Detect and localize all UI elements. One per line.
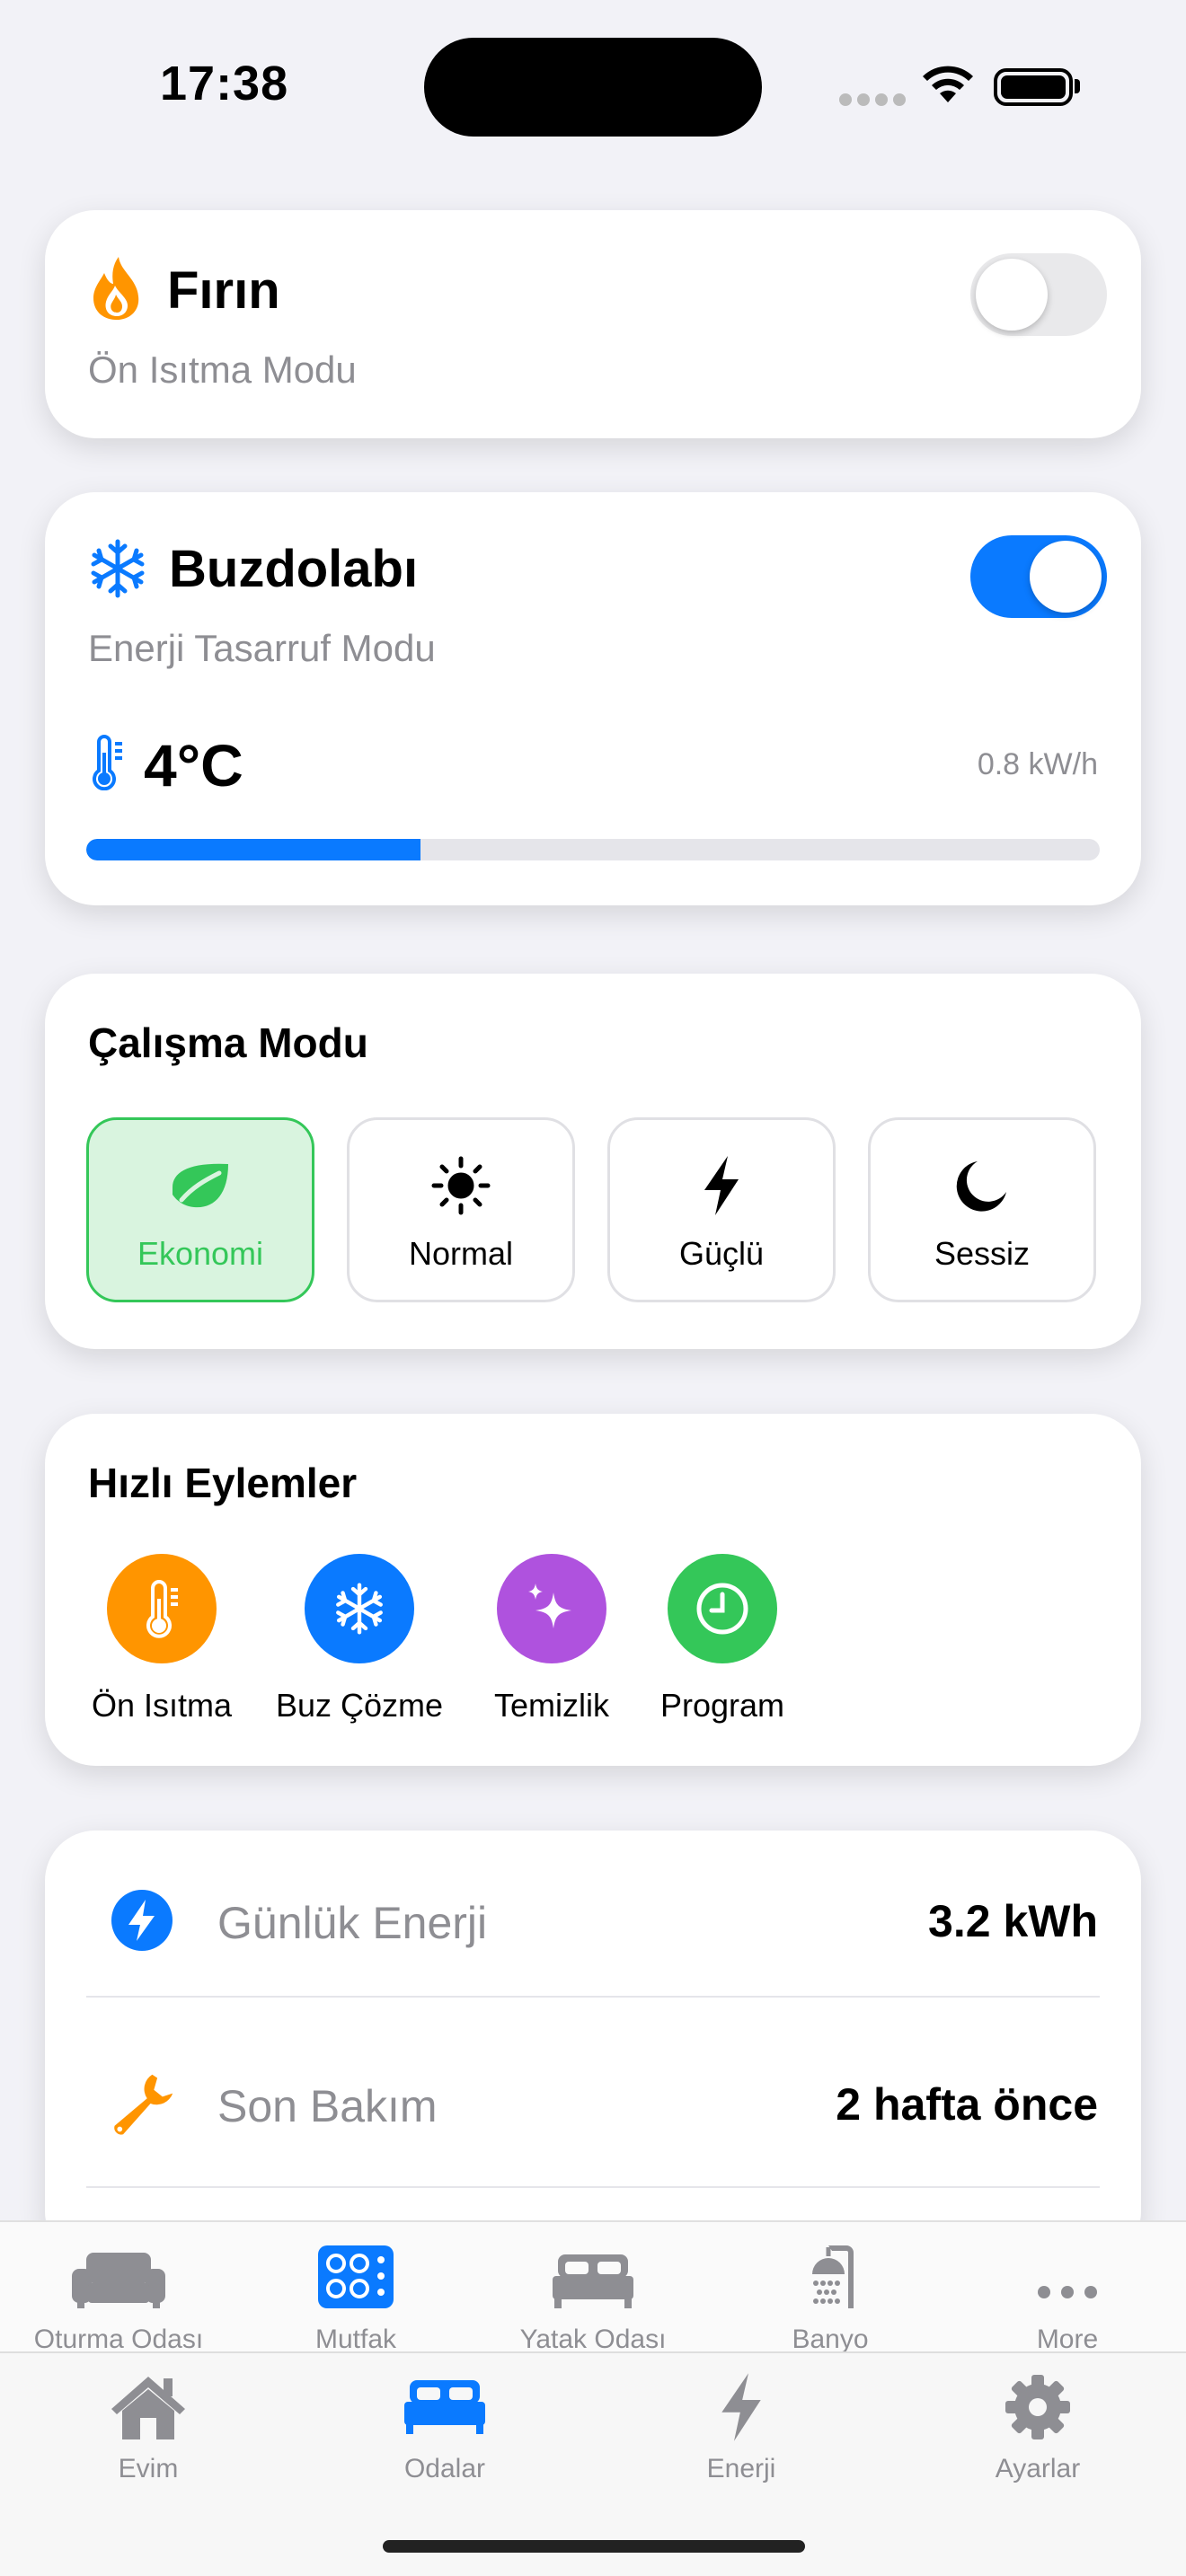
info-label: Günlük Enerji bbox=[217, 1898, 488, 1948]
snowflake-icon bbox=[305, 1554, 414, 1663]
operation-mode-title: Çalışma Modu bbox=[88, 1019, 368, 1066]
quick-action-label: Program bbox=[659, 1687, 785, 1724]
room-tab-label: Yatak Odası bbox=[519, 2325, 667, 2354]
quick-action-program[interactable]: Program bbox=[633, 1554, 812, 1725]
moon-icon bbox=[871, 1154, 1093, 1217]
oven-subtitle: Ön Isıtma Modu bbox=[88, 348, 357, 391]
battery-icon bbox=[994, 68, 1073, 106]
quick-action-label: Temizlik bbox=[493, 1687, 609, 1724]
room-tab-bar: Oturma Odası Mutfak Yatak Odası Banyo Mo… bbox=[0, 2220, 1186, 2354]
quick-action-label: Buz Çözme bbox=[275, 1687, 444, 1724]
oven-toggle[interactable] bbox=[970, 253, 1107, 336]
tab-label: Evim bbox=[118, 2454, 179, 2483]
room-tab-label: More bbox=[1036, 2325, 1099, 2354]
quick-actions-card: Hızlı Eylemler Ön Isıtma Buz Çözme Temiz… bbox=[45, 1414, 1141, 1766]
row-divider bbox=[86, 1996, 1100, 1998]
info-row-daily-energy: Günlük Enerji 3.2 kWh bbox=[45, 1831, 1141, 2010]
info-value: 2 hafta önce bbox=[836, 2079, 1098, 2130]
bed-icon bbox=[296, 2369, 593, 2445]
shower-icon bbox=[712, 2240, 949, 2308]
room-tab-banyo[interactable]: Banyo bbox=[712, 2240, 949, 2355]
cellular-signal-icon bbox=[839, 93, 911, 110]
row-divider bbox=[86, 2186, 1100, 2188]
tab-label: Enerji bbox=[706, 2454, 776, 2483]
fridge-power: 0.8 kW/h bbox=[977, 747, 1098, 781]
room-tab-yatak-odasi[interactable]: Yatak Odası bbox=[474, 2240, 712, 2355]
bed-icon bbox=[474, 2240, 712, 2308]
thermometer-icon bbox=[107, 1554, 217, 1663]
fridge-title: Buzdolabı bbox=[169, 540, 419, 598]
bolt-icon bbox=[610, 1154, 833, 1217]
room-tab-label: Mutfak bbox=[314, 2325, 397, 2354]
mode-label: Normal bbox=[408, 1235, 513, 1272]
operation-mode-card: Çalışma Modu Ekonomi Normal Güçlü Sessiz bbox=[45, 974, 1141, 1349]
wifi-icon bbox=[920, 63, 976, 109]
battery-tip bbox=[1075, 79, 1080, 93]
stove-icon bbox=[237, 2240, 474, 2308]
mode-ekonomi-button[interactable]: Ekonomi bbox=[86, 1117, 314, 1302]
oven-title: Fırın bbox=[167, 261, 280, 320]
tab-ayarlar[interactable]: Ayarlar bbox=[890, 2369, 1186, 2484]
thermometer-icon bbox=[90, 735, 126, 795]
quick-action-preheat[interactable]: Ön Isıtma bbox=[72, 1554, 252, 1725]
quick-action-cleaning[interactable]: Temizlik bbox=[462, 1554, 642, 1725]
oven-card: Fırın Ön Isıtma Modu bbox=[45, 210, 1141, 438]
mode-label: Sessiz bbox=[934, 1235, 1031, 1272]
tab-evim[interactable]: Evim bbox=[0, 2369, 296, 2484]
tab-odalar[interactable]: Odalar bbox=[296, 2369, 593, 2484]
quick-action-defrost[interactable]: Buz Çözme bbox=[270, 1554, 449, 1725]
tab-enerji[interactable]: Enerji bbox=[593, 2369, 890, 2484]
bolt-icon bbox=[593, 2369, 890, 2445]
fridge-temperature: 4°C bbox=[144, 732, 243, 798]
flame-icon bbox=[88, 255, 146, 326]
status-time: 17:38 bbox=[160, 57, 289, 110]
room-tab-oturma-odasi[interactable]: Oturma Odası bbox=[0, 2240, 237, 2355]
info-value: 3.2 kWh bbox=[928, 1896, 1098, 1946]
mode-sessiz-button[interactable]: Sessiz bbox=[868, 1117, 1096, 1302]
fridge-level-fill bbox=[86, 839, 421, 860]
mode-normal-button[interactable]: Normal bbox=[347, 1117, 575, 1302]
info-label: Son Bakım bbox=[217, 2081, 438, 2131]
dynamic-island bbox=[424, 38, 762, 137]
fridge-level-bar bbox=[86, 839, 1100, 860]
tab-label: Ayarlar bbox=[995, 2454, 1081, 2483]
bolt-circle-icon bbox=[108, 1886, 176, 1954]
snowflake-icon bbox=[88, 539, 147, 603]
info-card: Günlük Enerji 3.2 kWh Son Bakım 2 hafta … bbox=[45, 1831, 1141, 2262]
room-tab-mutfak[interactable]: Mutfak bbox=[237, 2240, 474, 2355]
leaf-icon bbox=[89, 1154, 312, 1217]
toggle-knob bbox=[1030, 541, 1102, 613]
info-row-last-maintenance: Son Bakım 2 hafta önce bbox=[45, 2014, 1141, 2193]
quick-action-label: Ön Isıtma bbox=[91, 1687, 233, 1724]
tab-label: Odalar bbox=[403, 2454, 486, 2483]
house-icon bbox=[0, 2369, 296, 2445]
clock-icon bbox=[668, 1554, 777, 1663]
home-indicator bbox=[383, 2540, 805, 2553]
sofa-icon bbox=[0, 2240, 237, 2308]
room-tab-more[interactable]: More bbox=[949, 2240, 1186, 2355]
fridge-toggle[interactable] bbox=[970, 535, 1107, 618]
room-tab-label: Oturma Odası bbox=[33, 2325, 204, 2354]
more-icon bbox=[949, 2240, 1186, 2308]
room-tab-label: Banyo bbox=[792, 2325, 869, 2354]
mode-label: Ekonomi bbox=[137, 1235, 264, 1272]
gear-icon bbox=[890, 2369, 1186, 2445]
fridge-subtitle: Enerji Tasarruf Modu bbox=[88, 627, 436, 669]
sparkles-icon bbox=[497, 1554, 606, 1663]
toggle-knob bbox=[976, 259, 1048, 331]
wrench-icon bbox=[108, 2069, 176, 2138]
mode-guclu-button[interactable]: Güçlü bbox=[607, 1117, 836, 1302]
quick-actions-title: Hızlı Eylemler bbox=[88, 1460, 358, 1506]
sun-icon bbox=[350, 1154, 572, 1217]
mode-label: Güçlü bbox=[678, 1235, 765, 1272]
fridge-card: Buzdolabı Enerji Tasarruf Modu 4°C 0.8 k… bbox=[45, 492, 1141, 905]
